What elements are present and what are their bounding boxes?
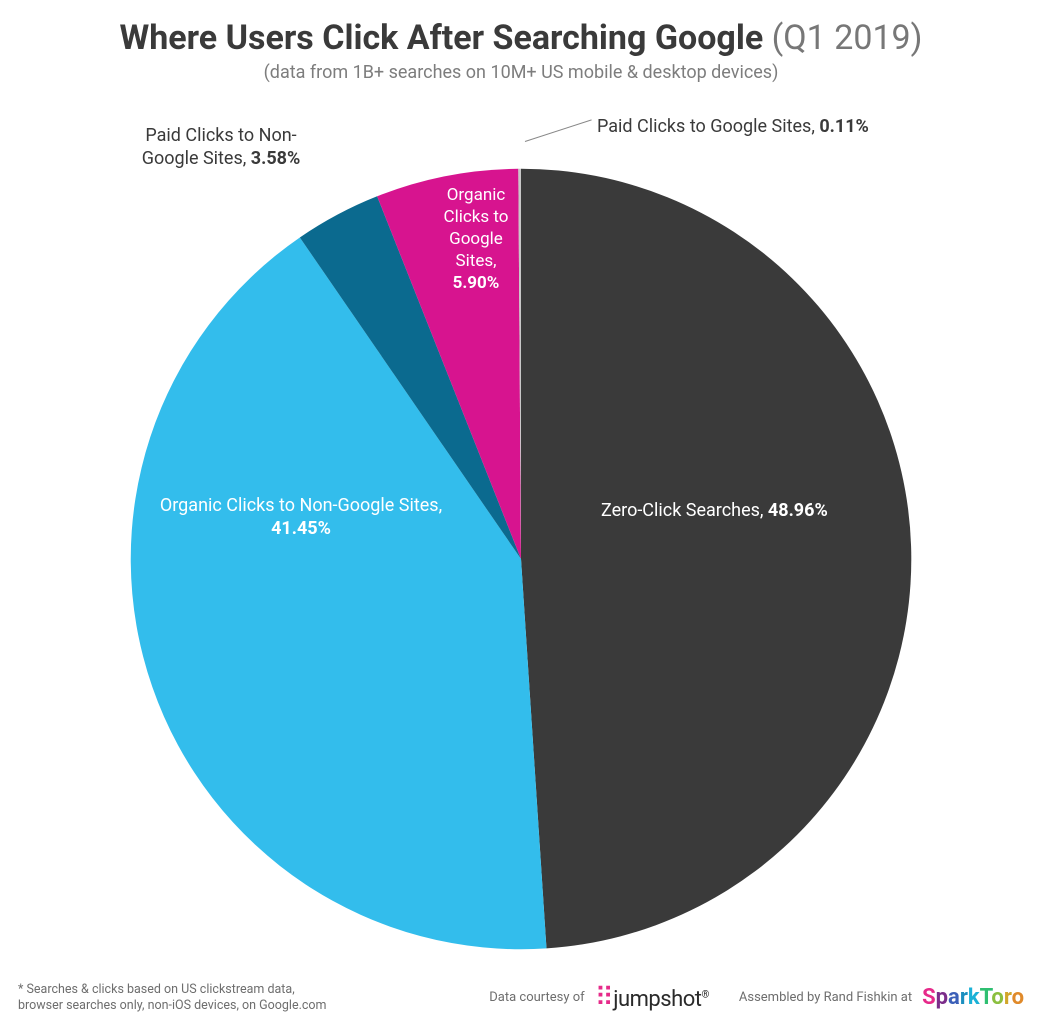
jumpshot-logo: ⠿jumpshot® [595, 983, 709, 1013]
chart-footer: * Searches & clicks based on US clickstr… [0, 972, 1042, 1034]
slice-label-organic-nongoogle: Organic Clicks to Non-Google Sites, 41.4… [121, 494, 481, 541]
slice-label-organic-google: Organic Clicks to Google Sites, 5.90% [421, 184, 531, 294]
chart-title: Where Users Click After Searching Google… [20, 18, 1022, 58]
chart-title-paren: (Q1 2019) [772, 18, 923, 58]
footnote: * Searches & clicks based on US clickstr… [18, 982, 327, 1015]
chart-title-bold: Where Users Click After Searching Google [120, 18, 764, 58]
pie-slice [521, 169, 911, 949]
chart-subtitle: (data from 1B+ searches on 10M+ US mobil… [20, 62, 1022, 83]
slice-label-paid-nongoogle: Paid Clicks to Non-Google Sites, 3.58% [121, 124, 321, 171]
pie-chart: Zero-Click Searches, 48.96% Organic Clic… [21, 89, 1021, 929]
slice-label-paid-google: Paid Clicks to Google Sites, 0.11% [597, 115, 957, 138]
chart-header: Where Users Click After Searching Google… [0, 0, 1042, 89]
slice-label-zero-click: Zero-Click Searches, 48.96% [601, 499, 961, 522]
credit-jumpshot: Data courtesy of ⠿jumpshot® [489, 983, 709, 1013]
leader-line-paid-google [525, 119, 592, 142]
credit-sparktoro: Assembled by Rand Fishkin at SparkToro [739, 985, 1024, 1010]
sparktoro-logo: SparkToro [922, 985, 1024, 1010]
